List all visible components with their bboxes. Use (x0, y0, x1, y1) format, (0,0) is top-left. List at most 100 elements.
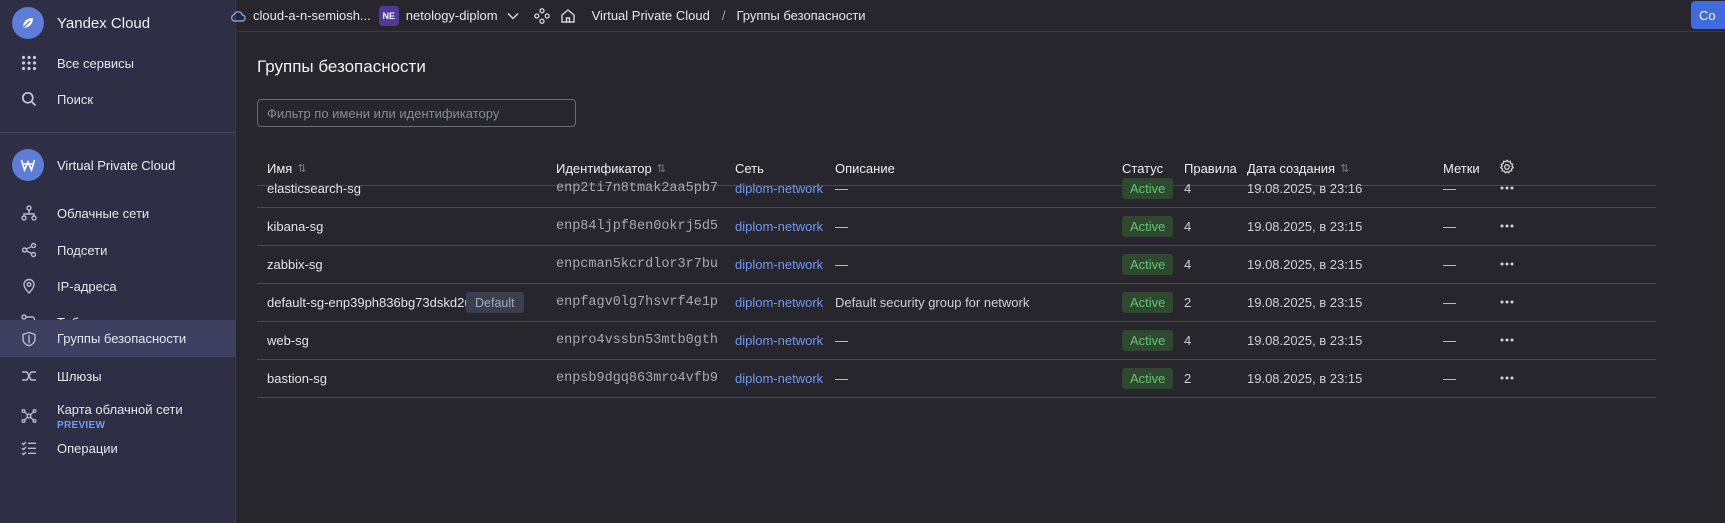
sidebar-item-label: Операции (57, 440, 118, 456)
create-button-label: Со (1699, 7, 1716, 23)
row-network-link[interactable]: diplom-network (735, 219, 823, 234)
breadcrumb-service[interactable]: Virtual Private Cloud (592, 8, 710, 23)
row-created: 19.08.2025, в 23:15 (1247, 219, 1363, 234)
row-description: — (835, 257, 848, 272)
row-rules: 4 (1184, 333, 1192, 348)
row-name[interactable]: kibana-sg (267, 219, 323, 234)
breadcrumb-current-label: Группы безопасности (736, 8, 866, 23)
cloud-name: cloud-a-n-semiosh... (253, 8, 371, 23)
table-row[interactable]: elasticsearch-sg enp2ti7n8tmak2aa5pb7 dipl… (257, 170, 1656, 208)
row-name[interactable]: bastion-sg (267, 371, 327, 386)
row-labels: — (1443, 295, 1456, 310)
breadcrumb-cloud[interactable]: cloud-a-n-semiosh... (230, 8, 371, 23)
row-id: enpsb9dgq863mro4vfb9 (556, 371, 719, 386)
sidebar-item-cloud-networks[interactable]: Облачные сети (0, 193, 236, 233)
sidebar-item-label: Шлюзы (57, 368, 102, 384)
brand[interactable]: Yandex Cloud (12, 7, 150, 39)
row-name[interactable]: zabbix-sg (267, 257, 323, 272)
status-badge: Active (1122, 292, 1174, 313)
status-badge: Active (1122, 254, 1174, 275)
row-description: — (835, 219, 848, 234)
sidebar-item-security-groups[interactable]: Группы безопасности (0, 320, 236, 357)
filter-input[interactable] (257, 99, 576, 127)
row-actions-icon[interactable] (1494, 366, 1520, 390)
row-rules: 4 (1184, 219, 1192, 234)
row-id: enpro4vssbn53mtb0gth (556, 333, 719, 348)
sidebar-divider (0, 132, 236, 133)
row-actions-icon[interactable] (1494, 252, 1520, 276)
network-icon (20, 204, 38, 222)
row-description: — (835, 181, 848, 196)
row-description: — (835, 371, 848, 386)
row-rules: 4 (1184, 181, 1192, 196)
row-actions-icon[interactable] (1494, 290, 1520, 314)
row-network-link[interactable]: diplom-network (735, 257, 823, 272)
sidebar-item-label: Все сервисы (57, 55, 134, 71)
sidebar-item-gateways[interactable]: Шлюзы (0, 356, 236, 396)
table-row[interactable]: web-sg enpro4vssbn53mtb0gth diplom-network… (257, 322, 1656, 360)
row-labels: — (1443, 333, 1456, 348)
row-labels: — (1443, 219, 1456, 234)
row-actions-icon[interactable] (1494, 214, 1520, 238)
sidebar-item-label: Поиск (57, 91, 94, 107)
sidebar-item-label: Подсети (57, 242, 108, 258)
home-icon[interactable] (560, 8, 576, 24)
row-name[interactable]: default-sg-enp39ph836bg73dskd2u (267, 295, 472, 310)
gateway-icon (20, 367, 38, 385)
sidebar-item-ip-addresses[interactable]: IP-адреса (0, 266, 236, 306)
row-labels: — (1443, 257, 1456, 272)
row-id: enp2ti7n8tmak2aa5pb7 (556, 181, 719, 196)
services-icon[interactable] (533, 7, 550, 24)
table-row[interactable]: default-sg-enp39ph836bg73dskd2u Default en… (257, 284, 1656, 322)
service-header[interactable]: Virtual Private Cloud (12, 148, 175, 182)
yandex-cloud-logo-icon (12, 7, 44, 39)
sidebar-item-search[interactable]: Поиск (0, 79, 236, 119)
row-name[interactable]: elasticsearch-sg (267, 181, 361, 196)
row-created: 19.08.2025, в 23:16 (1247, 181, 1363, 196)
row-name[interactable]: web-sg (267, 333, 309, 348)
row-id: enpfagv0lg7hsvrf4e1p (556, 295, 719, 310)
top-bar: cloud-a-n-semiosh... NE netology-diplom … (231, 0, 1725, 32)
cloud-icon (230, 9, 246, 23)
row-description: — (835, 333, 848, 348)
sidebar-item-all-services[interactable]: Все сервисы (0, 43, 236, 83)
map-icon (20, 407, 38, 425)
subnet-icon (20, 241, 38, 259)
operations-icon (20, 439, 38, 457)
sidebar-item-operations[interactable]: Операции (0, 428, 236, 468)
status-badge: Active (1122, 330, 1174, 351)
row-labels: — (1443, 181, 1456, 196)
breadcrumb-separator: / (721, 8, 726, 23)
status-badge: Active (1122, 216, 1174, 237)
breadcrumb-folder[interactable]: NE netology-diplom (378, 5, 519, 26)
row-network-link[interactable]: diplom-network (735, 295, 823, 310)
row-network-link[interactable]: diplom-network (735, 371, 823, 386)
row-created: 19.08.2025, в 23:15 (1247, 295, 1363, 310)
table-row[interactable]: kibana-sg enp84ljpf8en0okrj5d5 diplom-netw… (257, 208, 1656, 246)
sidebar-item-label: Карта облачной сети PREVIEW (57, 402, 183, 431)
row-labels: — (1443, 371, 1456, 386)
table-row[interactable]: bastion-sg enpsb9dgq863mro4vfb9 diplom-net… (257, 360, 1656, 398)
sidebar-item-text: Карта облачной сети (57, 401, 183, 417)
row-actions-icon[interactable] (1494, 328, 1520, 352)
folder-badge: NE (378, 5, 399, 26)
default-badge: Default (466, 292, 524, 313)
table-row[interactable]: zabbix-sg enpcman5kcrdlor3r7bu diplom-netw… (257, 246, 1656, 284)
status-badge: Active (1122, 178, 1174, 199)
create-button[interactable]: Со (1691, 1, 1725, 29)
row-rules: 2 (1184, 295, 1192, 310)
row-id: enp84ljpf8en0okrj5d5 (556, 219, 719, 234)
sidebar-item-label: IP-адреса (57, 278, 117, 294)
brand-name: Yandex Cloud (57, 14, 151, 32)
sidebar: Yandex Cloud Все сервисы Поиск Virtual P… (0, 0, 236, 523)
location-icon (20, 277, 38, 295)
row-actions-icon[interactable] (1494, 176, 1520, 200)
row-created: 19.08.2025, в 23:15 (1247, 257, 1363, 272)
page-title: Группы безопасности (257, 57, 426, 76)
sidebar-item-subnets[interactable]: Подсети (0, 230, 236, 270)
row-network-link[interactable]: diplom-network (735, 181, 823, 196)
row-id: enpcman5kcrdlor3r7bu (556, 257, 719, 272)
vpc-icon (12, 149, 44, 181)
row-network-link[interactable]: diplom-network (735, 333, 823, 348)
row-created: 19.08.2025, в 23:15 (1247, 333, 1363, 348)
